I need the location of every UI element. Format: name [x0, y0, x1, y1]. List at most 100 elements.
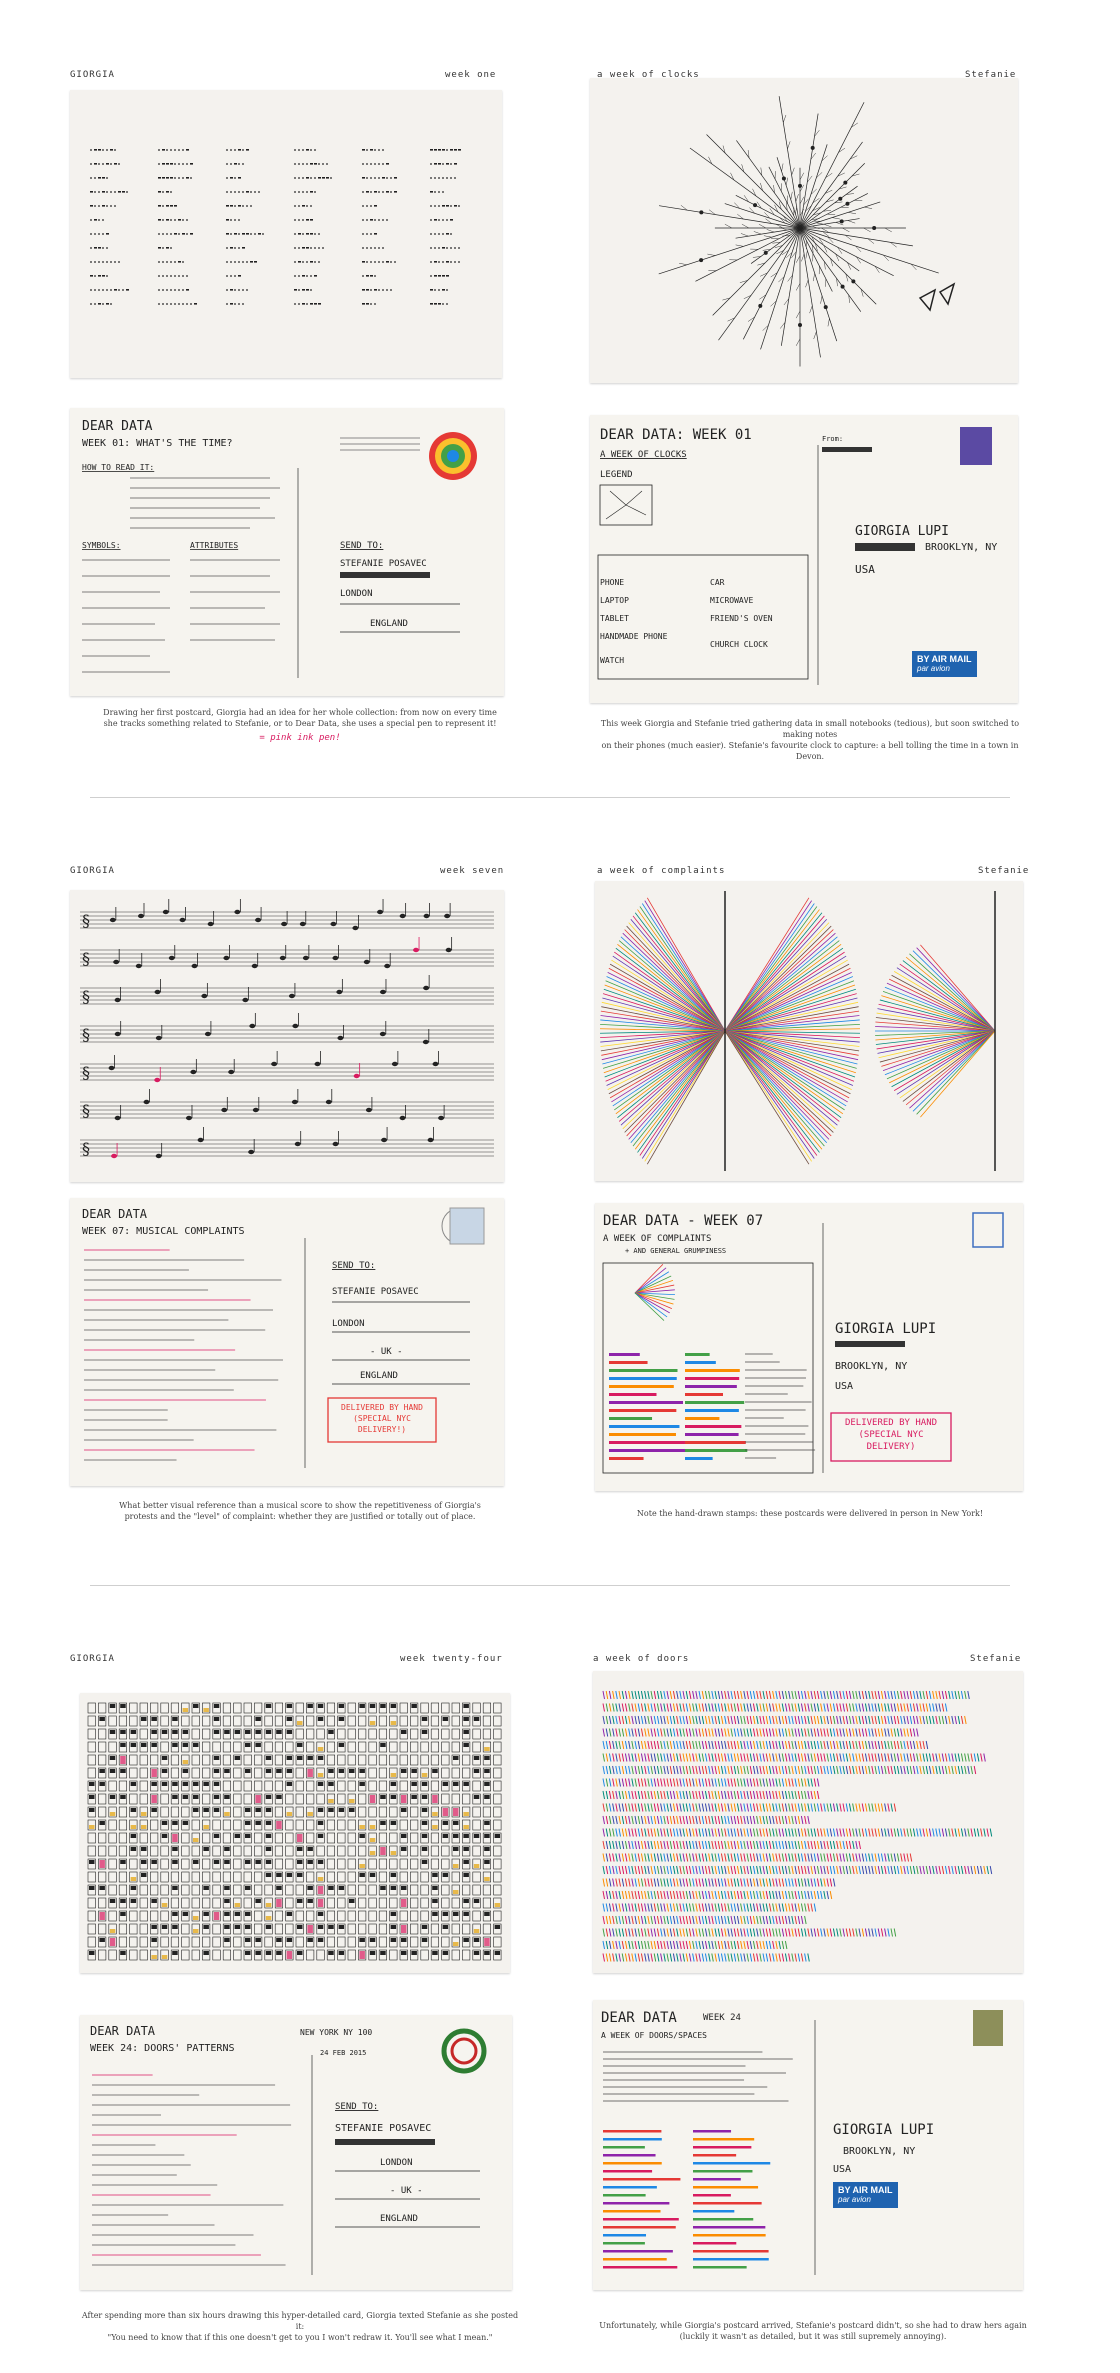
- card-title: DEAR DATA - WEEK 07: [603, 1213, 763, 1229]
- recipient-city: BROOKLYN, NY: [925, 542, 997, 553]
- sendto-label: SEND TO:: [335, 2102, 378, 2112]
- recipient-country: - UK -: [370, 1347, 403, 1357]
- week-label: week one: [445, 70, 497, 80]
- giorgia-week24-front: [80, 1693, 510, 1973]
- recipient-country: - UK -: [390, 2186, 423, 2196]
- week-label: week seven: [440, 866, 505, 876]
- recipient-country-2: ENGLAND: [360, 1371, 398, 1381]
- stamp-purple: [960, 427, 992, 465]
- card-week: WEEK 24: DOORS' PATTERNS: [90, 2043, 235, 2054]
- card-title: DEAR DATA: [601, 2010, 677, 2026]
- row-watch: WATCH: [600, 656, 624, 665]
- recipient-country: USA: [835, 1381, 853, 1392]
- row-church-clock: CHURCH CLOCK: [710, 640, 768, 649]
- recipient-city: BROOKLYN, NY: [843, 2146, 915, 2157]
- svg-text:§: §: [82, 1025, 90, 1044]
- card-subtitle: A WEEK OF CLOCKS: [600, 450, 687, 460]
- recipient-name: STEFANIE POSAVEC: [332, 1287, 419, 1297]
- caption-giorgia-week01: Drawing her first postcard, Giorgia had …: [90, 707, 510, 744]
- clock-radial-drawing: [658, 96, 956, 367]
- card-title: DEAR DATA: [90, 2024, 156, 2038]
- stefanie-week01-back: DEAR DATA: WEEK 01 A WEEK OF CLOCKS LEGE…: [590, 415, 1018, 703]
- section-divider: [90, 1585, 1010, 1586]
- recipient-name: GIORGIA LUPI: [835, 1321, 936, 1337]
- stefanie-week24-front: [593, 1671, 1023, 1973]
- section-divider: [90, 797, 1010, 798]
- row-phone: PHONE: [600, 578, 624, 587]
- giorgia-week07-front: § § § § § § §: [70, 890, 504, 1182]
- from-label: From:: [822, 435, 843, 443]
- symbols-label: SYMBOLS:: [82, 541, 121, 550]
- card-title: DEAR DATA: WEEK 01: [600, 427, 752, 443]
- row-microwave: MICROWAVE: [710, 596, 754, 605]
- row-tablet: TABLET: [600, 614, 629, 623]
- recipient-country-2: ENGLAND: [380, 2214, 418, 2224]
- postcard-back-drawing: DEAR DATA WEEK 24: DOORS' PATTERNS NEW Y…: [90, 2024, 487, 2275]
- svg-text:§: §: [82, 949, 90, 968]
- stefanie-topic-header: a week of doors: [593, 1654, 690, 1664]
- sendto-label: SEND TO:: [332, 1261, 375, 1271]
- postmark-date: 24 FEB 2015: [320, 2049, 366, 2057]
- caption-stefanie-week01: This week Giorgia and Stefanie tried gat…: [600, 719, 1020, 761]
- caption-stefanie-week24: Unfortunately, while Giorgia's postcard …: [599, 2321, 1027, 2341]
- musical-score-drawing: § § § § § § §: [80, 899, 494, 1159]
- stefanie-topic-header: a week of complaints: [597, 866, 726, 876]
- giorgia-header: GIORGIA: [70, 1654, 115, 1664]
- caption-giorgia-week07: What better visual reference than a musi…: [119, 1501, 481, 1521]
- pink-ink-note: = pink ink pen!: [259, 733, 341, 743]
- stefanie-week01-front: [590, 78, 1018, 383]
- recipient-country: ENGLAND: [370, 619, 408, 629]
- caption-stefanie-week07: Note the hand-drawn stamps: these postca…: [636, 1509, 984, 1518]
- attributes-label: ATTRIBUTES: [190, 541, 238, 550]
- stefanie-week07-back: DEAR DATA - WEEK 07 A WEEK OF COMPLAINTS…: [595, 1203, 1023, 1491]
- card-title: DEAR DATA: [82, 419, 153, 434]
- svg-text:§: §: [82, 911, 90, 930]
- postmark-text: NEW YORK NY 100: [300, 2028, 372, 2037]
- card-subtitle: A WEEK OF DOORS/SPACES: [601, 2031, 707, 2040]
- card-week: WEEK 07: MUSICAL COMPLAINTS: [82, 1226, 245, 1237]
- recipient-country: USA: [833, 2164, 851, 2175]
- postcard-back-drawing: DEAR DATA - WEEK 07 A WEEK OF COMPLAINTS…: [602, 1212, 1004, 1474]
- svg-text:§: §: [82, 1101, 90, 1120]
- giorgia-week07-back: DEAR DATA WEEK 07: MUSICAL COMPLAINTS SE…: [70, 1198, 504, 1486]
- giorgia-week24-back: DEAR DATA WEEK 24: DOORS' PATTERNS NEW Y…: [80, 2015, 512, 2290]
- row-car: CAR: [710, 578, 725, 587]
- stefanie-header: Stefanie: [970, 1654, 1022, 1664]
- recipient-city: LONDON: [332, 1319, 365, 1329]
- airmail-label: BY AIR MAIL par avion: [833, 2182, 898, 2208]
- door-pattern-grid: [87, 1702, 502, 1961]
- postcard-back-drawing: DEAR DATA WEEK 01: WHAT'S THE TIME? HOW …: [82, 419, 477, 678]
- postcard-back-drawing: DEAR DATA WEEK 07: MUSICAL COMPLAINTS SE…: [82, 1207, 485, 1468]
- recipient-city: BROOKLYN, NY: [835, 1361, 907, 1372]
- stefanie-week24-back: DEAR DATA WEEK 24 A WEEK OF DOORS/SPACES…: [593, 2000, 1023, 2290]
- recipient-city: LONDON: [380, 2158, 413, 2168]
- recipient-name: STEFANIE POSAVEC: [340, 559, 427, 569]
- doors-tally-drawing: [602, 1690, 993, 1962]
- delivered-by-hand-stamp: DELIVERED BY HAND (SPECIAL NYC DELIVERY): [844, 1418, 938, 1452]
- giorgia-header: GIORGIA: [70, 866, 115, 876]
- svg-text:§: §: [82, 987, 90, 1006]
- recipient-name: GIORGIA LUPI: [833, 2122, 934, 2138]
- stefanie-header: Stefanie: [978, 866, 1030, 876]
- delivered-by-hand-stamp: DELIVERED BY HAND (SPECIAL NYC DELIVERY!…: [341, 1403, 423, 1434]
- week-label: week twenty-four: [400, 1654, 503, 1664]
- giorgia-week01-back: DEAR DATA WEEK 01: WHAT'S THE TIME? HOW …: [70, 408, 504, 696]
- row-handmade-phone: HANDMADE PHONE: [600, 632, 668, 641]
- legend-label: LEGEND: [600, 470, 633, 480]
- recipient-country: USA: [855, 563, 875, 576]
- recipient-name: STEFANIE POSAVEC: [335, 2123, 431, 2134]
- hand-drawn-stamp: [972, 1212, 1004, 1248]
- postcard-back-drawing: DEAR DATA WEEK 24 A WEEK OF DOORS/SPACES…: [601, 2010, 1003, 2275]
- row-friends-oven: FRIEND'S OVEN: [710, 614, 773, 623]
- caption-giorgia-week24: After spending more than six hours drawi…: [81, 2311, 519, 2342]
- card-subtitle: A WEEK OF COMPLAINTS: [603, 1234, 711, 1244]
- row-laptop: LAPTOP: [600, 596, 629, 605]
- stamp-olive: [973, 2010, 1003, 2046]
- stefanie-week07-front: [595, 881, 1023, 1181]
- giorgia-header: GIORGIA: [70, 70, 115, 80]
- airmail-label: BY AIR MAIL par avion: [912, 651, 977, 677]
- book-spread: GIORGIA week one a week of clocks Stefan…: [0, 0, 1120, 2373]
- sendto-label: SEND TO:: [340, 541, 383, 551]
- card-subtitle-2: + AND GENERAL GRUMPINESS: [625, 1247, 726, 1255]
- svg-text:§: §: [82, 1063, 90, 1082]
